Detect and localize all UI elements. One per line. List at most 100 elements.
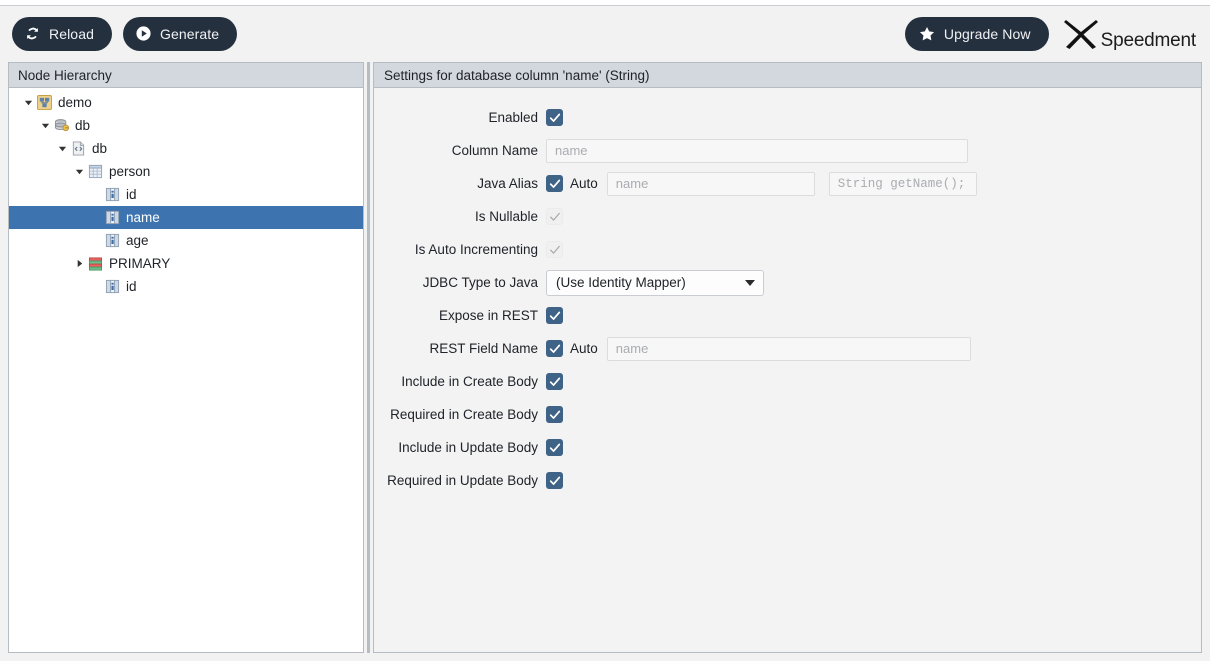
checkbox-required-in-create-body[interactable] [546,406,563,423]
tree-node-primary-7[interactable]: PRIMARY [9,252,363,275]
twisty-expanded-icon[interactable] [72,167,87,176]
speedment-brand-text: Speedment [1101,31,1196,53]
tree-node-label: db [92,142,107,156]
settings-field-enabled [546,109,563,126]
speedment-x-icon [1061,15,1101,53]
settings-field-required-in-update-body [546,472,563,489]
settings-field-is-nullable [546,208,563,225]
upgrade-now-button[interactable]: Upgrade Now [905,17,1049,51]
tree-node-demo-0[interactable]: demo [9,91,363,114]
settings-row-required-in-create-body: Required in Create Body [374,398,1201,431]
tree-node-label: id [126,188,137,202]
settings-row-is-nullable: Is Nullable [374,200,1201,233]
settings-label-is-auto-incrementing: Is Auto Incrementing [374,242,546,257]
auto-checkbox-java-alias[interactable] [546,175,563,192]
tree-node-label: id [126,280,137,294]
checkbox-is-auto-incrementing [546,241,563,258]
settings-label-is-nullable: Is Nullable [374,209,546,224]
settings-label-rest-field-name: REST Field Name [374,341,546,356]
project-icon [36,95,53,110]
schema-icon [70,141,87,156]
settings-row-is-auto-incrementing: Is Auto Incrementing [374,233,1201,266]
tree-node-db-1[interactable]: db [9,114,363,137]
input-rest-field-name[interactable]: name [607,337,971,361]
tree-node-label: age [126,234,149,248]
tree-node-id-4[interactable]: id [9,183,363,206]
checkbox-include-in-update-body[interactable] [546,439,563,456]
settings-row-include-in-create-body: Include in Create Body [374,365,1201,398]
reload-button-label: Reload [49,26,94,42]
checkbox-required-in-update-body[interactable] [546,472,563,489]
auto-checkbox-rest-field-name[interactable] [546,340,563,357]
settings-panel: Settings for database column 'name' (Str… [373,62,1202,653]
settings-label-java-alias: Java Alias [374,176,546,191]
tree-node-label: name [126,211,160,225]
tree-node-person-3[interactable]: person [9,160,363,183]
upgrade-now-label: Upgrade Now [944,26,1031,42]
checkbox-is-nullable [546,208,563,225]
speedment-logo: Speedment [1061,15,1196,53]
tree-node-id-8[interactable]: id [9,275,363,298]
checkbox-expose-in-rest[interactable] [546,307,563,324]
auto-label-rest-field-name: Auto [570,341,598,356]
input-java-alias[interactable]: name [607,172,815,196]
settings-label-required-in-create-body: Required in Create Body [374,407,546,422]
toolbar: Reload Generate Upgrade Now Speedment [0,6,1210,61]
settings-title: Settings for database column 'name' (Str… [374,63,1201,88]
twisty-expanded-icon[interactable] [21,98,36,107]
tree-node-label: demo [58,96,92,110]
settings-field-column-name: name [546,139,968,163]
settings-label-enabled: Enabled [374,110,546,125]
dbms-icon [53,118,70,133]
settings-row-expose-in-rest: Expose in REST [374,299,1201,332]
generate-button[interactable]: Generate [123,17,237,51]
settings-label-include-in-create-body: Include in Create Body [374,374,546,389]
settings-label-column-name: Column Name [374,143,546,158]
settings-field-jdbc-type-to-java: (Use Identity Mapper) [546,270,764,296]
settings-row-java-alias: Java Alias Auto name String getName(); [374,167,1201,200]
settings-label-include-in-update-body: Include in Update Body [374,440,546,455]
star-icon [918,25,936,43]
settings-row-enabled: Enabled [374,101,1201,134]
tree-node-name-5[interactable]: name [9,206,363,229]
node-hierarchy-tree[interactable]: demo db db person id name age PRIMARY id [9,88,363,652]
auto-label-java-alias: Auto [570,176,598,191]
panel-splitter[interactable] [364,62,373,653]
index-icon [87,257,104,271]
settings-field-expose-in-rest [546,307,563,324]
input-java-alias-preview[interactable]: String getName(); [829,172,977,196]
column-icon [104,279,121,294]
tree-node-db-2[interactable]: db [9,137,363,160]
settings-field-include-in-create-body [546,373,563,390]
column-icon [104,187,121,202]
dropdown-jdbc-type-to-java[interactable]: (Use Identity Mapper) [546,270,764,296]
twisty-collapsed-icon[interactable] [72,259,87,268]
reload-button[interactable]: Reload [12,17,112,51]
settings-row-jdbc-type-to-java: JDBC Type to Java (Use Identity Mapper) [374,266,1201,299]
tree-node-age-6[interactable]: age [9,229,363,252]
dropdown-value-jdbc-type-to-java: (Use Identity Mapper) [556,275,686,290]
reload-icon [24,25,41,42]
input-column-name[interactable]: name [546,139,968,163]
settings-row-column-name: Column Namename [374,134,1201,167]
settings-row-include-in-update-body: Include in Update Body [374,431,1201,464]
play-icon [135,25,152,42]
settings-field-rest-field-name: Auto name [546,337,971,361]
twisty-expanded-icon[interactable] [55,144,70,153]
generate-button-label: Generate [160,26,219,42]
node-hierarchy-title: Node Hierarchy [9,63,363,88]
settings-label-expose-in-rest: Expose in REST [374,308,546,323]
chevron-down-icon [745,280,755,286]
twisty-expanded-icon[interactable] [38,121,53,130]
checkbox-enabled[interactable] [546,109,563,126]
settings-field-required-in-create-body [546,406,563,423]
settings-row-rest-field-name: REST Field Name Auto name [374,332,1201,365]
settings-label-jdbc-type-to-java: JDBC Type to Java [374,275,546,290]
settings-field-is-auto-incrementing [546,241,563,258]
checkbox-include-in-create-body[interactable] [546,373,563,390]
column-icon [104,210,121,225]
node-hierarchy-panel: Node Hierarchy demo db db person id name age PR… [8,62,364,653]
table-icon [87,164,104,179]
settings-label-required-in-update-body: Required in Update Body [374,473,546,488]
settings-field-include-in-update-body [546,439,563,456]
